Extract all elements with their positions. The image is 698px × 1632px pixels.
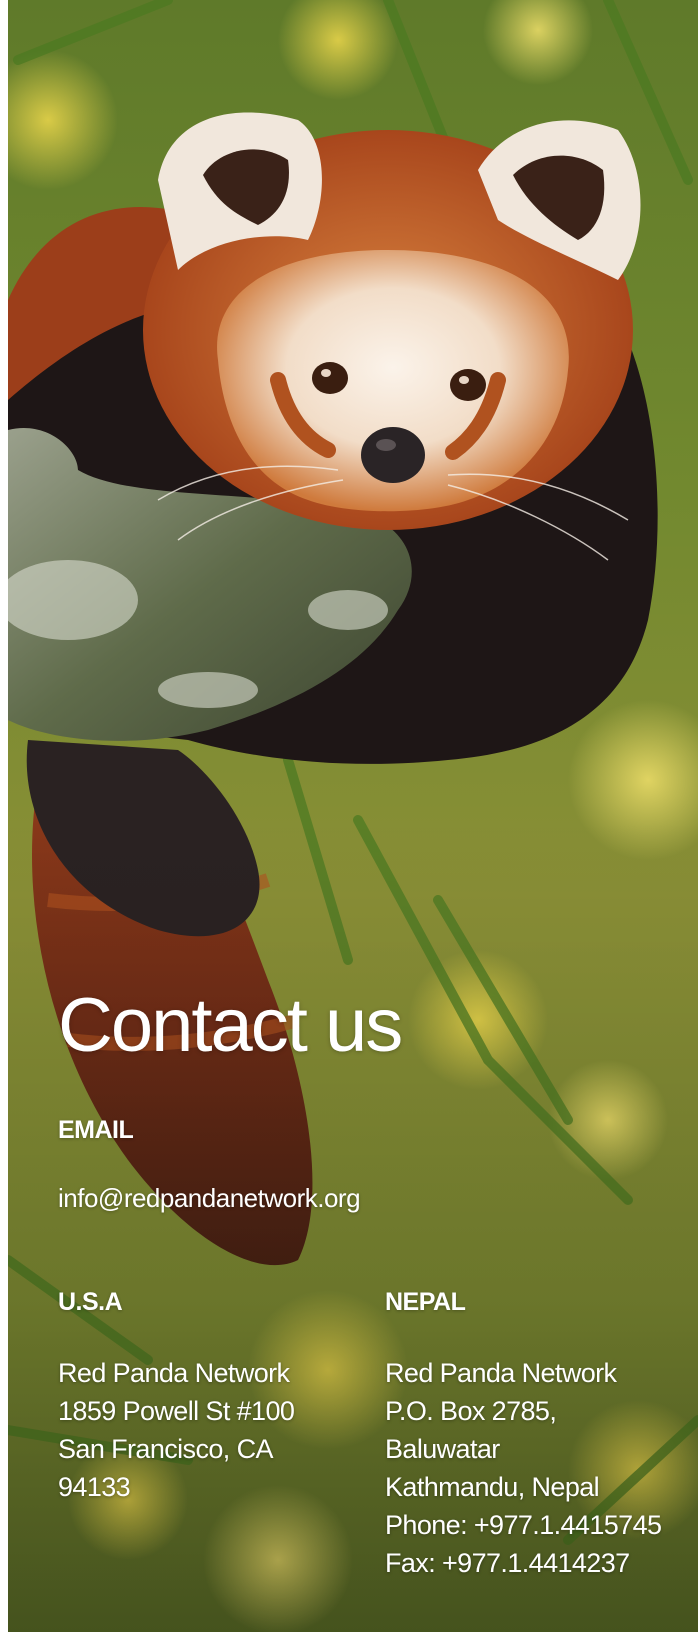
- nepal-address-line: Baluwatar: [385, 1434, 500, 1464]
- nepal-address-line: P.O. Box 2785,: [385, 1396, 557, 1426]
- nepal-phone: Phone: +977.1.4415745: [385, 1510, 662, 1540]
- nepal-office-label: NEPAL: [385, 1288, 466, 1316]
- usa-address-line: 94133: [58, 1472, 131, 1502]
- email-label: EMAIL: [58, 1116, 134, 1144]
- usa-office-label: U.S.A: [58, 1288, 123, 1316]
- contact-page: Contact us EMAIL info@redpandanetwork.or…: [0, 0, 698, 1632]
- usa-address-line: Red Panda Network: [58, 1358, 290, 1388]
- usa-office-address: Red Panda Network 1859 Powell St #100 Sa…: [58, 1354, 295, 1506]
- nepal-fax: Fax: +977.1.4414237: [385, 1548, 630, 1578]
- nepal-address-line: Kathmandu, Nepal: [385, 1472, 600, 1502]
- email-link[interactable]: info@redpandanetwork.org: [58, 1185, 361, 1211]
- usa-address-line: 1859 Powell St #100: [58, 1396, 295, 1426]
- usa-address-line: San Francisco, CA: [58, 1434, 273, 1464]
- nepal-office-address: Red Panda Network P.O. Box 2785, Baluwat…: [385, 1354, 662, 1582]
- contact-content: Contact us EMAIL info@redpandanetwork.or…: [0, 0, 698, 1632]
- page-title: Contact us: [58, 983, 403, 1068]
- left-edge-strip: [0, 0, 8, 1632]
- nepal-address-line: Red Panda Network: [385, 1358, 617, 1388]
